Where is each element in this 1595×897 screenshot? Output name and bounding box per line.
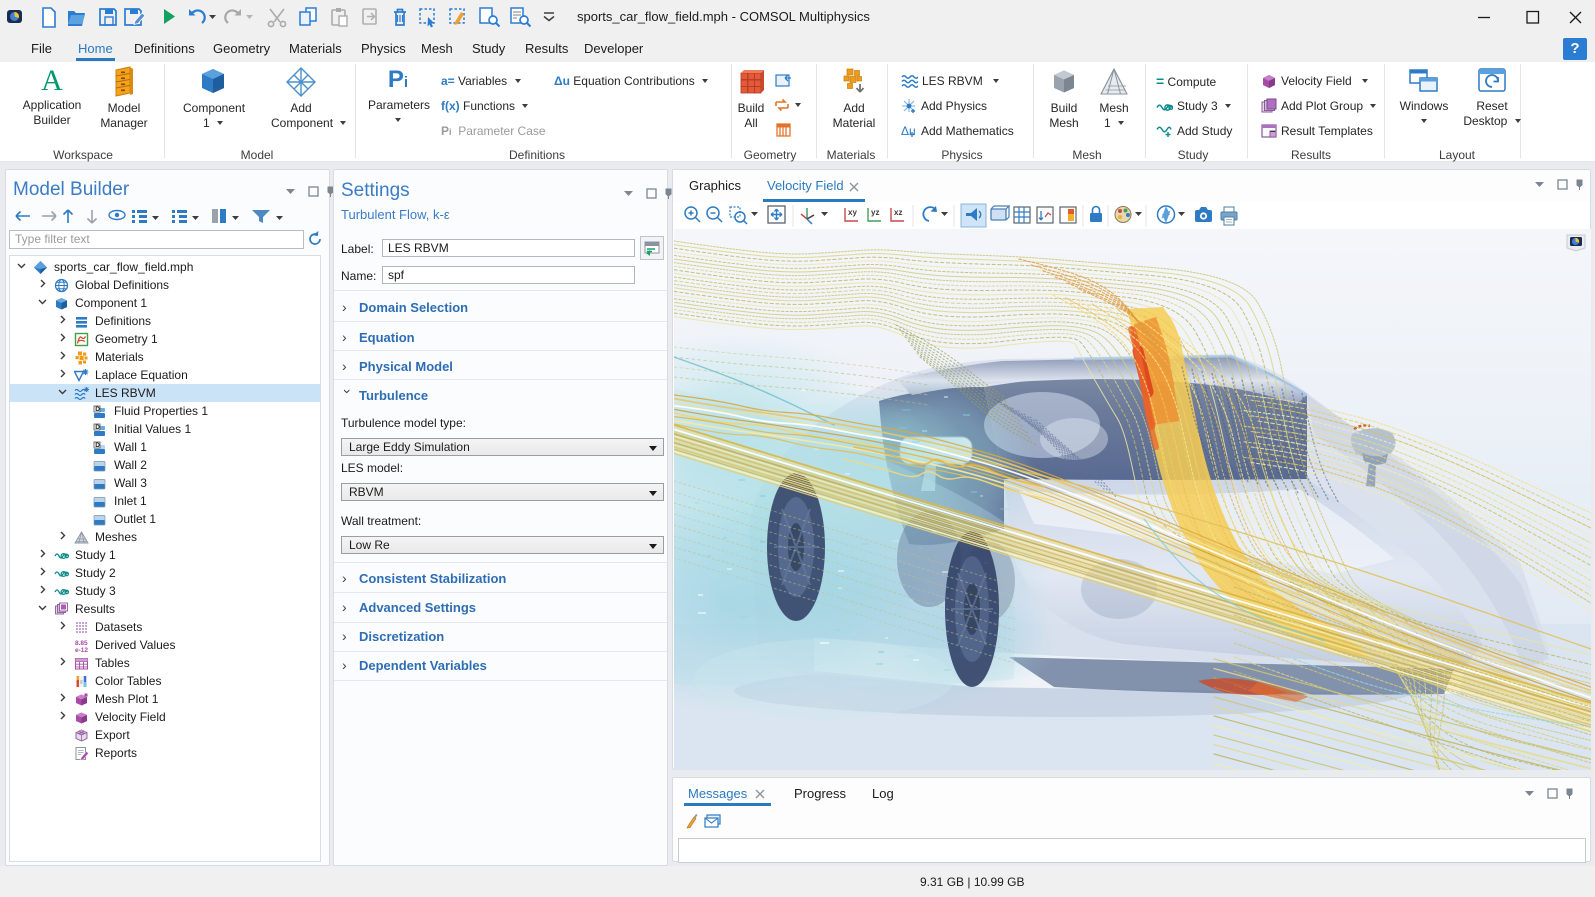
svg-text:xz: xz	[894, 208, 902, 217]
svg-text:D: D	[95, 406, 100, 413]
svg-text:yz: yz	[871, 208, 879, 217]
svg-text:e-12: e-12	[75, 647, 88, 653]
svg-text:D: D	[95, 442, 100, 449]
svg-text:8.85: 8.85	[75, 640, 88, 647]
svg-text:xy: xy	[848, 208, 857, 217]
svg-text:Δu: Δu	[901, 124, 916, 138]
svg-text:D: D	[95, 424, 100, 431]
